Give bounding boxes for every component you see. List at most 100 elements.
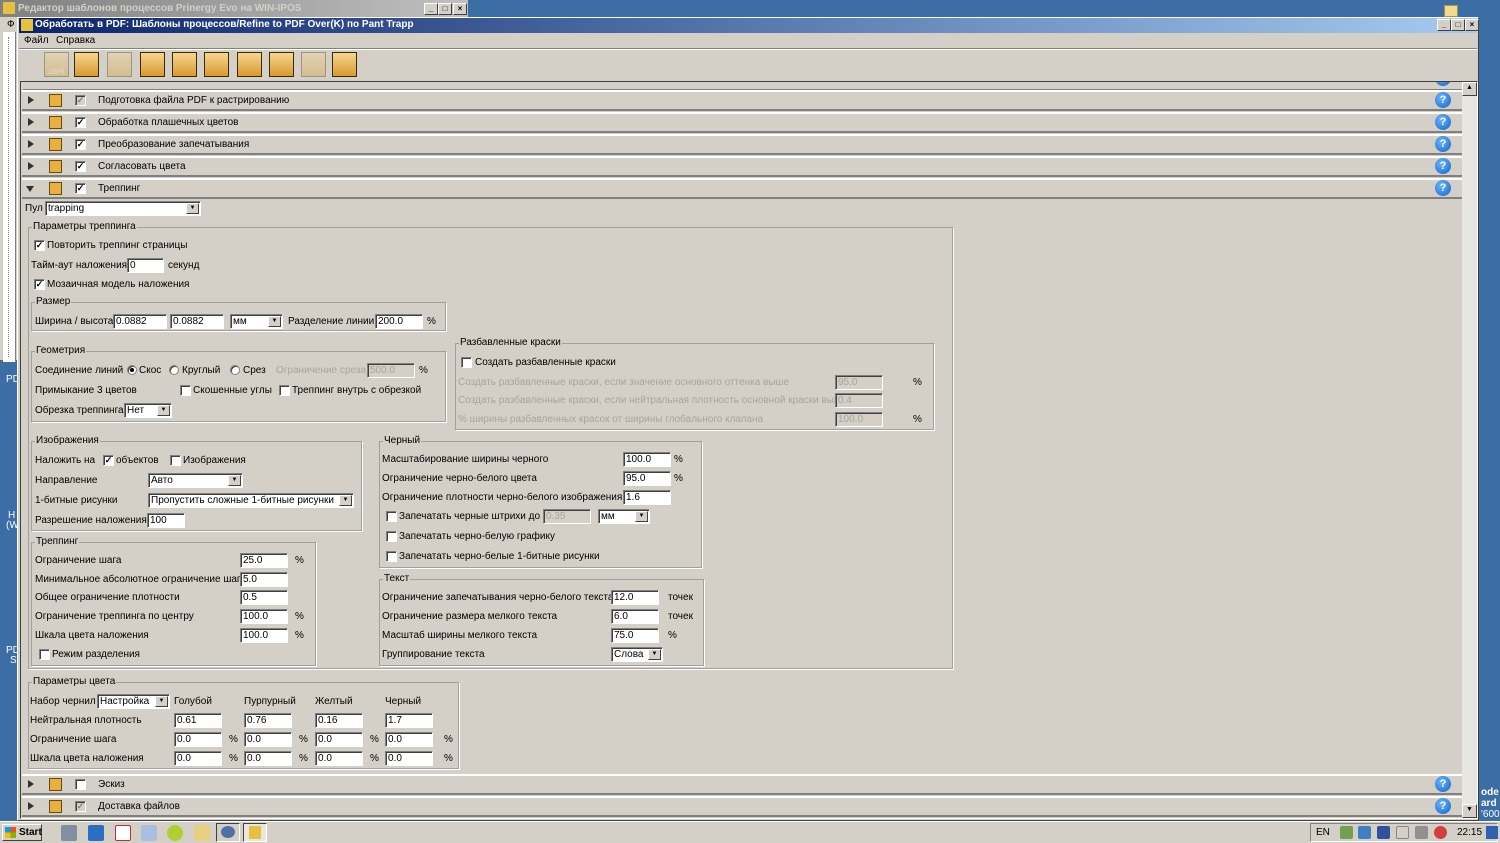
- close-button[interactable]: ×: [1465, 19, 1479, 31]
- width-input[interactable]: 0.0882: [113, 314, 167, 329]
- timeout-input[interactable]: 0: [127, 258, 164, 273]
- field-input[interactable]: 75.0: [611, 628, 659, 643]
- clock[interactable]: 22:15: [1457, 827, 1482, 839]
- separation-mode-checkbox[interactable]: [39, 649, 50, 660]
- black-strokes-checkbox[interactable]: [386, 511, 397, 522]
- ink-value-input[interactable]: 0.0: [315, 751, 363, 766]
- field-input[interactable]: 100.0: [623, 452, 671, 467]
- desktop-icon-label[interactable]: '600: [1481, 809, 1500, 821]
- delivery-icon[interactable]: [332, 52, 357, 77]
- minimize-button[interactable]: _: [1437, 19, 1451, 31]
- section-enable-checkbox[interactable]: ✓: [75, 117, 86, 128]
- preflight-icon[interactable]: [140, 52, 165, 77]
- ink-value-input[interactable]: 0.0: [315, 732, 363, 747]
- spot-colors-icon[interactable]: [172, 52, 197, 77]
- ink-value-input[interactable]: 0.76: [244, 713, 292, 728]
- start-button[interactable]: Start: [2, 824, 42, 841]
- volume-muted-icon[interactable]: [1434, 826, 1447, 839]
- unit-select[interactable]: мм ▼: [230, 314, 283, 329]
- field-input[interactable]: 25.0: [240, 553, 288, 568]
- black-strokes-unit-select[interactable]: мм ▼: [598, 509, 650, 524]
- maximize-button[interactable]: □: [438, 3, 452, 15]
- objects-checkbox[interactable]: ✓: [103, 455, 114, 466]
- repeat-trap-checkbox[interactable]: ✓: [34, 240, 45, 251]
- field-input[interactable]: 0.5: [240, 590, 288, 605]
- taskbar-prinergy-button[interactable]: [243, 823, 267, 842]
- trapping-icon[interactable]: [269, 52, 294, 77]
- calculator-icon[interactable]: [141, 825, 157, 841]
- help-icon[interactable]: ?: [1435, 798, 1451, 814]
- section-row[interactable]: ✓ Преобразование запечатывания?: [22, 134, 1462, 155]
- ink-value-input[interactable]: 0.16: [315, 713, 363, 728]
- field-input[interactable]: 1.6: [623, 490, 671, 505]
- miter-limit-input[interactable]: 500.0: [367, 363, 415, 378]
- title-bar[interactable]: Обработать в PDF: Шаблоны процессов/Refi…: [19, 18, 1479, 33]
- color-match-icon[interactable]: [237, 52, 262, 77]
- scroll-up-arrow-icon[interactable]: ▲: [1462, 82, 1477, 96]
- network-icon[interactable]: [1358, 826, 1371, 839]
- expand-triangle-icon[interactable]: [28, 162, 34, 170]
- folder-icon[interactable]: [1444, 5, 1458, 17]
- expand-triangle-icon[interactable]: [28, 96, 34, 104]
- vertical-scrollbar[interactable]: ▲ ▼: [1462, 82, 1477, 818]
- beveled-corners-checkbox[interactable]: [180, 385, 191, 396]
- section-enable-checkbox[interactable]: [75, 779, 86, 790]
- close-button[interactable]: ×: [453, 3, 467, 15]
- desktop-icon-label[interactable]: S: [10, 655, 17, 667]
- help-icon[interactable]: ?: [1435, 180, 1451, 196]
- scroll-down-arrow-icon[interactable]: ▼: [1462, 804, 1477, 818]
- pdf-reader-icon[interactable]: [115, 825, 131, 841]
- black-strokes-input[interactable]: 0.35: [543, 509, 591, 524]
- images-checkbox[interactable]: [170, 455, 181, 466]
- height-input[interactable]: 0.0882: [170, 314, 224, 329]
- ink-value-input[interactable]: 0.0: [174, 751, 222, 766]
- network-status-icon[interactable]: [1340, 826, 1353, 839]
- bw-graphics-checkbox[interactable]: [386, 531, 397, 542]
- tree-view[interactable]: [3, 32, 16, 362]
- field-input[interactable]: 100.0: [240, 609, 288, 624]
- menu-file[interactable]: Файл: [24, 35, 49, 47]
- field-input[interactable]: 5.0: [240, 572, 288, 587]
- expand-triangle-icon[interactable]: [28, 780, 34, 788]
- show-desktop-button[interactable]: [1486, 826, 1498, 839]
- diluted-tint-input[interactable]: 95.0: [835, 375, 883, 390]
- expand-triangle-icon[interactable]: [28, 118, 34, 126]
- round-radio[interactable]: [169, 365, 179, 375]
- help-icon[interactable]: ?: [1435, 776, 1451, 792]
- help-icon[interactable]: ?: [1435, 158, 1451, 174]
- section-row[interactable]: ✓ Подготовка файла PDF к растрированию?: [22, 90, 1462, 111]
- section-row[interactable]: ✓ Треппинг?: [22, 178, 1462, 199]
- taskbar-app-button[interactable]: [216, 823, 240, 842]
- trap-clip-select[interactable]: Нет ▼: [124, 403, 172, 418]
- bw-bitmaps-checkbox[interactable]: [386, 551, 397, 562]
- server-manager-icon[interactable]: [61, 825, 77, 841]
- ceps-icon[interactable]: CEPS: [44, 52, 69, 77]
- resolution-input[interactable]: 100: [147, 513, 185, 528]
- snowflake-app-icon[interactable]: [1377, 826, 1390, 839]
- create-diluted-checkbox[interactable]: [461, 357, 472, 368]
- help-icon[interactable]: ?: [1435, 92, 1451, 108]
- ink-set-select[interactable]: Настройка ▼: [97, 694, 170, 709]
- one-bit-select[interactable]: Пропустить сложные 1-битные рисунки ▼: [148, 493, 354, 508]
- help-icon[interactable]: ?: [1435, 136, 1451, 152]
- language-indicator[interactable]: EN: [1316, 827, 1330, 839]
- section-enable-checkbox[interactable]: ✓: [75, 801, 86, 812]
- section-row[interactable]: Эскиз?: [22, 774, 1462, 795]
- section-enable-checkbox[interactable]: ✓: [75, 95, 86, 106]
- proof-icon[interactable]: [301, 52, 326, 77]
- app-star-icon[interactable]: [167, 825, 183, 841]
- section-row[interactable]: ✓ Обработка плашечных цветов?: [22, 112, 1462, 133]
- section-row[interactable]: ✓ Согласовать цвета?: [22, 156, 1462, 177]
- line-split-input[interactable]: 200.0: [375, 314, 423, 329]
- ink-value-input[interactable]: 0.0: [385, 751, 433, 766]
- display-icon[interactable]: [1415, 826, 1428, 839]
- field-input[interactable]: 95.0: [623, 471, 671, 486]
- ink-value-input[interactable]: 0.0: [385, 732, 433, 747]
- help-icon[interactable]: ?: [1435, 114, 1451, 130]
- expand-triangle-icon[interactable]: [28, 802, 34, 810]
- bevel-radio[interactable]: [230, 365, 240, 375]
- overprint-icon[interactable]: [204, 52, 229, 77]
- section-enable-checkbox[interactable]: ✓: [75, 161, 86, 172]
- pool-select[interactable]: trapping ▼: [45, 201, 201, 216]
- field-input[interactable]: 6.0: [611, 609, 659, 624]
